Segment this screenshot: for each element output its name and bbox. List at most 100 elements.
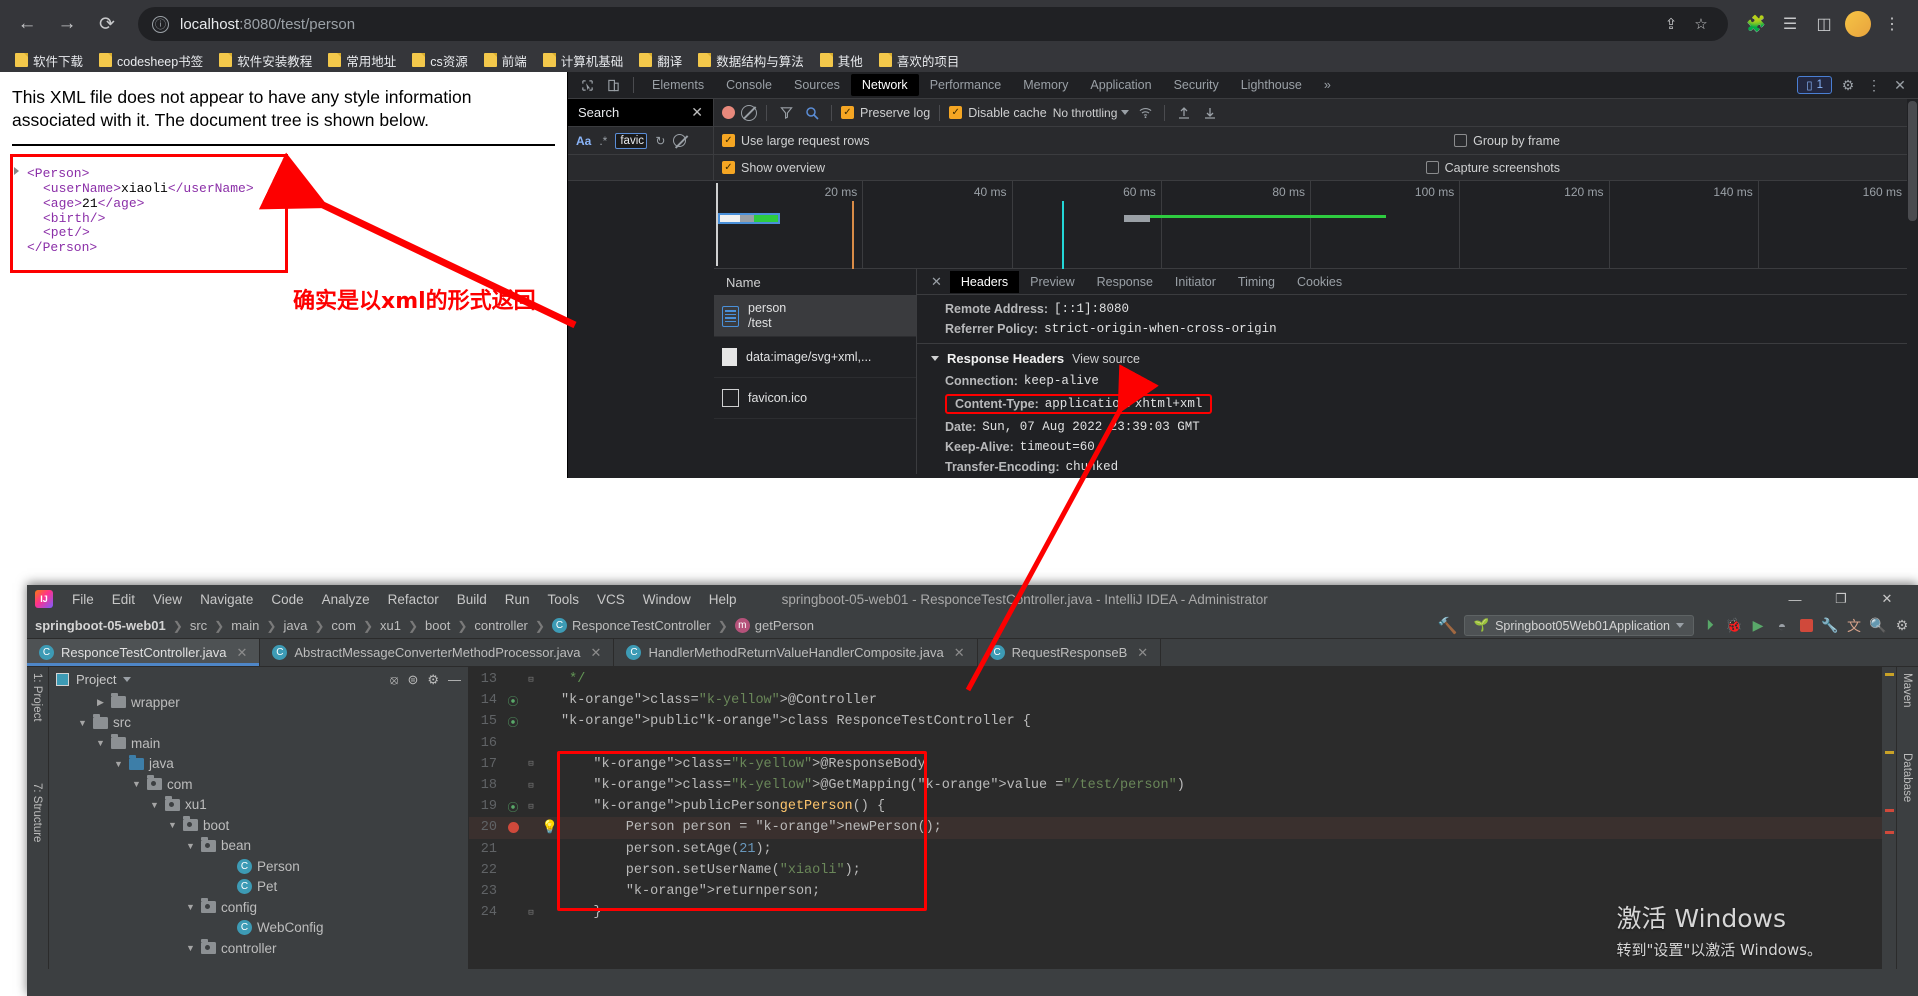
ide-menu-analyze[interactable]: Analyze xyxy=(313,589,379,610)
scrollbar-thumb[interactable] xyxy=(1908,101,1917,221)
detail-tab-headers[interactable]: Headers xyxy=(949,270,1020,293)
bookmark-item[interactable]: codesheep书签 xyxy=(92,49,210,72)
bookmark-item[interactable]: 计算机基础 xyxy=(536,49,631,72)
build-project-icon[interactable]: 🔧 xyxy=(1821,617,1838,634)
expand-arrow-icon[interactable]: ▼ xyxy=(113,759,124,769)
code-line[interactable]: 17 ⊟ "k-orange">class = "k-yellow" >@Respons… xyxy=(469,754,1882,775)
fold-icon[interactable]: ⊟ xyxy=(523,781,539,791)
devtools-overflow-icon[interactable]: » xyxy=(1313,74,1342,96)
address-bar[interactable]: ⓘ localhost:8080/test/person ⇪ ☆ xyxy=(138,7,1728,41)
ide-menu-help[interactable]: Help xyxy=(700,589,746,610)
detail-tab-response[interactable]: Response xyxy=(1086,271,1164,293)
project-tree-node[interactable]: C WebConfig xyxy=(49,918,468,939)
record-button[interactable] xyxy=(722,106,735,119)
bookmark-item[interactable]: 软件安装教程 xyxy=(212,49,319,72)
project-tree-node[interactable]: ▼ java xyxy=(49,754,468,775)
breadcrumb-item[interactable]: springboot-05-web01 xyxy=(35,618,166,633)
bookmark-item[interactable]: 翻译 xyxy=(632,49,689,72)
devtools-scrollbar[interactable] xyxy=(1907,99,1918,478)
bookmark-item[interactable]: 前端 xyxy=(477,49,534,72)
run-configuration-selector[interactable]: 🌱 Springboot05Web01Application xyxy=(1463,615,1694,636)
share-icon[interactable]: ⇪ xyxy=(1658,11,1684,37)
search-icon[interactable] xyxy=(802,103,822,123)
code-line[interactable]: 22 person.setUserName("xiaoli"); xyxy=(469,860,1882,881)
reading-list-icon[interactable]: ☰ xyxy=(1774,8,1806,40)
expand-arrow-icon[interactable]: ▼ xyxy=(167,820,178,830)
project-tree-node[interactable]: ▼ main xyxy=(49,733,468,754)
fold-icon[interactable]: ⊟ xyxy=(523,908,539,918)
ide-menu-code[interactable]: Code xyxy=(262,589,312,610)
devtools-tab-performance[interactable]: Performance xyxy=(919,74,1013,96)
clear-search-icon[interactable] xyxy=(673,134,687,147)
download-icon[interactable] xyxy=(1200,103,1220,123)
run-with-coverage-icon[interactable]: ▶ xyxy=(1750,617,1766,634)
wifi-icon[interactable] xyxy=(1135,103,1155,123)
breadcrumb-item[interactable]: m getPerson xyxy=(734,618,814,633)
run-icon[interactable]: ⏵ xyxy=(1702,617,1718,634)
project-tree-node[interactable]: ▼ boot xyxy=(49,815,468,836)
bookmark-item[interactable]: 软件下载 xyxy=(8,49,90,72)
tool-window-maven[interactable]: Maven xyxy=(1901,673,1913,708)
spring-bean-icon[interactable]: ⦿ xyxy=(508,714,519,730)
stop-icon[interactable] xyxy=(1798,618,1814,634)
breadcrumb-item[interactable]: java xyxy=(283,618,307,633)
editor-tab[interactable]: C AbstractMessageConverterMethodProcessor… xyxy=(260,639,615,666)
devtools-tab-elements[interactable]: Elements xyxy=(641,74,715,96)
project-tree-node[interactable]: ▼ src xyxy=(49,713,468,734)
collapse-triangle-icon[interactable] xyxy=(14,167,19,176)
devtools-tab-lighthouse[interactable]: Lighthouse xyxy=(1230,74,1313,96)
ide-menu-vcs[interactable]: VCS xyxy=(588,589,634,610)
detail-tab-initiator[interactable]: Initiator xyxy=(1164,271,1227,293)
ide-menu-view[interactable]: View xyxy=(144,589,191,610)
site-info-icon[interactable]: ⓘ xyxy=(152,15,169,33)
tool-window-structure[interactable]: 7: Structure xyxy=(31,783,43,842)
breadcrumb-item[interactable]: controller xyxy=(474,618,527,633)
network-overview-timeline[interactable]: 20 ms 40 ms 60 ms 80 ms 100 ms 120 ms 140 ms 16… xyxy=(714,181,1918,269)
fold-icon[interactable]: ⊟ xyxy=(523,675,539,685)
spring-bean-icon[interactable]: ⦿ xyxy=(508,693,519,709)
chrome-menu-icon[interactable]: ⋮ xyxy=(1876,8,1908,40)
project-tree-node[interactable]: ▼ xu1 xyxy=(49,795,468,816)
project-tree-node[interactable]: ▼ config xyxy=(49,897,468,918)
project-tree-node[interactable]: ▼ bean xyxy=(49,836,468,857)
ide-menu-navigate[interactable]: Navigate xyxy=(191,589,262,610)
code-line[interactable]: 21 person.setAge(21); xyxy=(469,839,1882,860)
ide-menu-build[interactable]: Build xyxy=(448,589,496,610)
close-icon[interactable]: ✕ xyxy=(1137,645,1148,661)
devtools-tab-application[interactable]: Application xyxy=(1079,74,1162,96)
spring-bean-icon[interactable]: ⦿ xyxy=(508,799,519,815)
fold-icon[interactable]: ⊟ xyxy=(523,802,539,812)
group-by-frame-checkbox[interactable]: Group by frame xyxy=(1454,134,1560,148)
breadcrumb-item[interactable]: main xyxy=(231,618,259,633)
filter-icon[interactable] xyxy=(776,103,796,123)
ide-menu-edit[interactable]: Edit xyxy=(103,589,144,610)
breadcrumb-item[interactable]: C ResponceTestController xyxy=(551,618,711,633)
debug-icon[interactable]: 🐞 xyxy=(1725,617,1742,634)
project-tree-node[interactable]: C Person xyxy=(49,856,468,877)
project-tree-node[interactable]: C Pet xyxy=(49,877,468,898)
code-line[interactable]: 16 xyxy=(469,733,1882,754)
translate-icon[interactable]: 文 xyxy=(1846,618,1862,634)
message-count-badge[interactable]: ▯ 1 xyxy=(1797,76,1832,94)
close-icon[interactable]: ✕ xyxy=(591,645,602,661)
breadcrumb-item[interactable]: com xyxy=(331,618,356,633)
bookmark-star-icon[interactable]: ☆ xyxy=(1688,11,1714,37)
breakpoint-icon[interactable] xyxy=(507,822,519,834)
use-large-rows-checkbox[interactable]: ✓ Use large request rows xyxy=(722,134,870,148)
ide-menu-run[interactable]: Run xyxy=(496,589,539,610)
tool-window-database[interactable]: Database xyxy=(1901,753,1913,802)
preserve-log-checkbox[interactable]: ✓ Preserve log xyxy=(841,106,930,120)
expand-arrow-icon[interactable]: ▼ xyxy=(77,718,88,728)
editor-tab[interactable]: C RequestResponseB ✕ xyxy=(978,639,1162,666)
hide-icon[interactable]: — xyxy=(448,672,461,687)
expand-arrow-icon[interactable]: ▼ xyxy=(185,902,196,912)
device-toolbar-icon[interactable] xyxy=(600,74,626,96)
clear-icon[interactable] xyxy=(741,104,757,121)
devtools-tab-sources[interactable]: Sources xyxy=(783,74,851,96)
bookmark-item[interactable]: cs资源 xyxy=(405,49,475,72)
reload-icon[interactable]: ⟳ xyxy=(90,7,124,41)
code-line[interactable]: 13 ⊟ */ xyxy=(469,669,1882,690)
devtools-tab-console[interactable]: Console xyxy=(715,74,783,96)
editor-tab[interactable]: C ResponceTestController.java ✕ xyxy=(27,639,261,666)
devtools-tab-security[interactable]: Security xyxy=(1163,74,1230,96)
